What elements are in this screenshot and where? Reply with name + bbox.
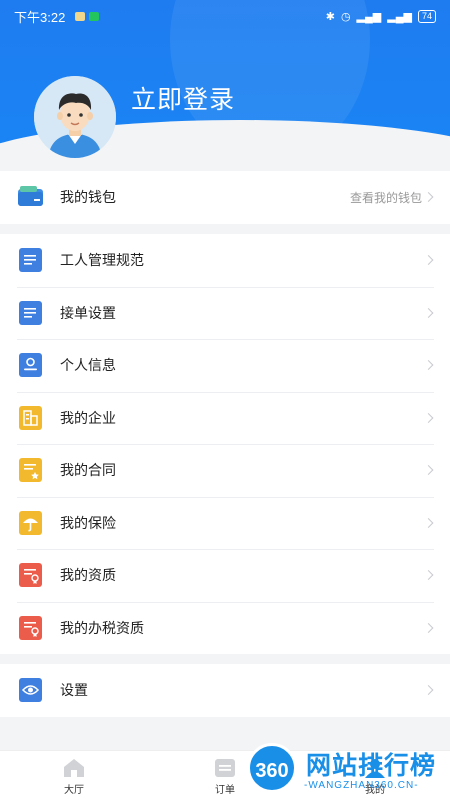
menu-item-my-contract[interactable]: 我的合同 [0, 444, 450, 497]
tab-label: 大厅 [64, 785, 84, 796]
menu-label: 个人信息 [60, 357, 116, 374]
settings-card: 设置 [0, 664, 450, 717]
login-link[interactable]: 立即登录 [131, 80, 235, 116]
bluetooth-icon: ✱ [325, 10, 335, 23]
menu-label: 我的企业 [60, 409, 116, 426]
shield-icon [89, 11, 100, 21]
watermark-subtitle: -WANGZHAN360.CN- [304, 780, 419, 791]
certificate-icon [17, 615, 44, 640]
id-card-icon [17, 353, 44, 378]
menu-item-my-company[interactable]: 我的企业 [0, 391, 450, 445]
menu-item-worker-rules[interactable]: 工人管理规范 [0, 234, 450, 287]
contract-icon [17, 458, 44, 483]
chevron-right-icon [423, 412, 434, 423]
menu-item-settings[interactable]: 设置 [0, 664, 450, 717]
alarm-icon: ◷ [340, 10, 351, 23]
watermark-title: 网站排行榜 [306, 752, 437, 780]
order-icon [212, 757, 238, 779]
menu-label: 接单设置 [60, 304, 116, 321]
document-icon [17, 248, 44, 273]
status-bar: 下午3:22 ✱ ◷ ▂▄▆ ▂▄▆ 74 [0, 0, 450, 32]
message-icon [75, 11, 86, 21]
menu-label: 我的合同 [60, 462, 116, 479]
battery-icon: 74 [417, 9, 436, 23]
menu-label: 我的办税资质 [60, 619, 144, 636]
watermark: 360 网站排行榜 -WANGZHAN360.CN- [244, 740, 450, 800]
menu-label: 我的资质 [60, 567, 116, 584]
certificate-icon [17, 563, 44, 588]
menu-item-personal-info[interactable]: 个人信息 [0, 339, 450, 392]
signal-icon: ▂▄▆ [387, 10, 412, 23]
eye-icon [17, 678, 44, 703]
tab-label: 订单 [215, 785, 235, 796]
wallet-hint: 查看我的钱包 [349, 190, 422, 205]
chevron-right-icon [423, 255, 434, 266]
wallet-label: 我的钱包 [60, 189, 116, 206]
tab-hall[interactable]: 大厅 [44, 757, 104, 796]
signal-icon: ▂▄▆ [356, 10, 382, 23]
settings-label: 设置 [60, 682, 88, 699]
chevron-right-icon [423, 360, 434, 371]
chevron-right-icon [423, 685, 434, 696]
wallet-card: 我的钱包 查看我的钱包 [0, 171, 450, 224]
umbrella-icon [17, 510, 44, 535]
watermark-badge: 360 [247, 743, 297, 793]
wallet-row[interactable]: 我的钱包 查看我的钱包 [0, 171, 450, 224]
menu-item-my-qualification[interactable]: 我的资质 [0, 549, 450, 602]
wallet-icon [17, 185, 44, 209]
avatar[interactable] [34, 76, 116, 158]
menu-item-tax-qualification[interactable]: 我的办税资质 [0, 601, 450, 655]
chevron-right-icon [423, 622, 434, 633]
document-icon [17, 300, 44, 325]
menu-item-my-insurance[interactable]: 我的保险 [0, 496, 450, 550]
building-icon [17, 405, 44, 430]
menu-item-order-settings[interactable]: 接单设置 [0, 286, 450, 340]
menu-label: 工人管理规范 [60, 252, 144, 269]
chevron-right-icon [423, 465, 434, 476]
chevron-right-icon [423, 307, 434, 318]
chevron-right-icon [423, 192, 434, 203]
status-time: 下午3:22 [14, 9, 66, 25]
menu-card: 工人管理规范 接单设置 个人信息 我的企业 我的合同 我的保险 我的资质 我的办… [0, 234, 450, 654]
avatar-illustration [34, 76, 116, 158]
chevron-right-icon [423, 517, 434, 528]
menu-label: 我的保险 [60, 514, 116, 531]
chevron-right-icon [423, 570, 434, 581]
house-icon [61, 757, 87, 779]
